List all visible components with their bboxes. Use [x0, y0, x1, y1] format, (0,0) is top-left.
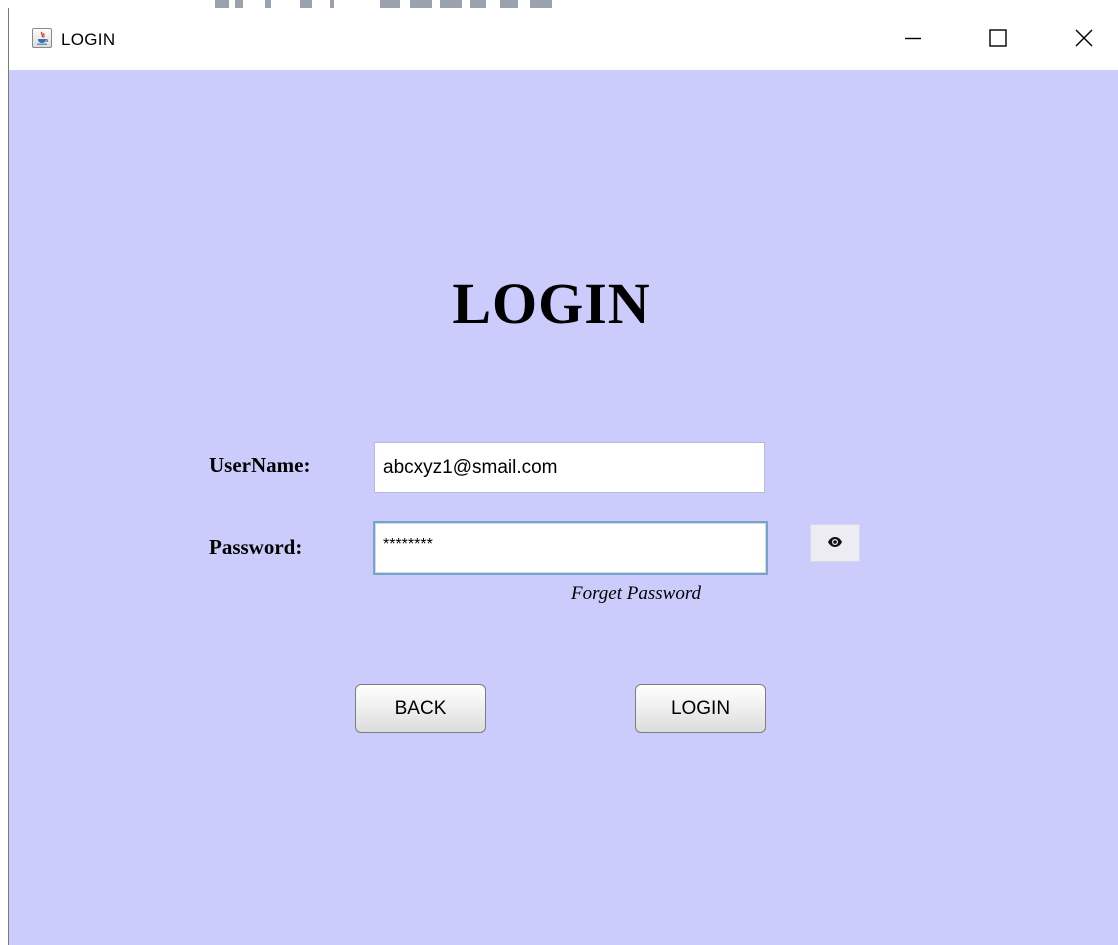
password-field[interactable]: ********: [373, 521, 768, 575]
close-button[interactable]: [1062, 18, 1106, 58]
background-taskbar-strip: [0, 0, 1118, 8]
username-field[interactable]: abcxyz1@smail.com: [374, 442, 765, 493]
maximize-button[interactable]: [976, 18, 1020, 58]
screen: LOGIN LOGIN UserName: abcxyz1@smail.com …: [0, 0, 1118, 945]
login-button[interactable]: LOGIN: [635, 684, 766, 733]
login-heading: LOGIN: [452, 271, 651, 336]
login-panel: LOGIN UserName: abcxyz1@smail.com Passwo…: [9, 70, 1118, 945]
eye-icon: [828, 537, 842, 547]
show-password-button[interactable]: [810, 524, 860, 562]
minimize-button[interactable]: [891, 18, 935, 58]
back-button[interactable]: BACK: [355, 684, 486, 733]
close-icon: [1075, 29, 1093, 47]
maximize-icon: [989, 29, 1007, 47]
password-label: Password:: [209, 535, 303, 559]
minimize-icon: [905, 37, 921, 40]
username-label: UserName:: [209, 453, 311, 477]
login-window: LOGIN LOGIN UserName: abcxyz1@smail.com …: [8, 8, 1118, 945]
java-app-icon: [32, 28, 52, 48]
forget-password-link[interactable]: Forget Password: [571, 583, 701, 605]
title-bar[interactable]: LOGIN: [9, 8, 1118, 70]
window-title: LOGIN: [61, 30, 116, 49]
